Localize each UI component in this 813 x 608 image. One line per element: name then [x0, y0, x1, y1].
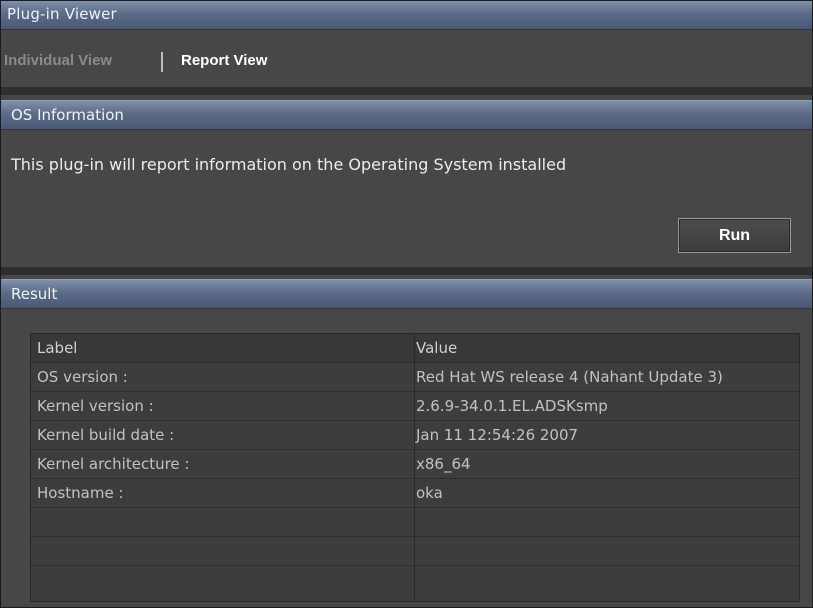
row-value: x86_64: [416, 455, 471, 473]
table-row[interactable]: OS version : Red Hat WS release 4 (Nahan…: [31, 363, 799, 392]
table-row[interactable]: Kernel build date : Jan 11 12:54:26 2007: [31, 421, 799, 450]
window-titlebar: Plug-in Viewer: [1, 1, 812, 30]
row-value: Jan 11 12:54:26 2007: [416, 426, 579, 444]
tab-report-view[interactable]: Report View: [181, 52, 267, 69]
column-header-value[interactable]: Value: [416, 334, 796, 362]
table-row[interactable]: [31, 508, 799, 537]
row-label: Hostname :: [37, 484, 124, 502]
row-label: Kernel build date :: [37, 426, 175, 444]
section-divider: [1, 267, 812, 275]
table-row[interactable]: Kernel architecture : x86_64: [31, 450, 799, 479]
row-label: Kernel architecture :: [37, 455, 190, 473]
table-row[interactable]: Hostname : oka: [31, 479, 799, 508]
run-button[interactable]: Run: [678, 218, 791, 253]
row-value: oka: [416, 484, 443, 502]
tab-separator: [161, 52, 163, 72]
table-row[interactable]: [31, 537, 799, 566]
row-label: Kernel version :: [37, 397, 154, 415]
result-header: Result: [1, 279, 812, 309]
section-divider: [1, 87, 812, 95]
row-value: [416, 508, 796, 536]
os-information-header: OS Information: [1, 100, 812, 130]
plugin-viewer-window: Plug-in Viewer Individual View Report Vi…: [0, 0, 813, 608]
os-information-title: OS Information: [11, 106, 124, 124]
result-title: Result: [11, 285, 58, 303]
row-label: [37, 537, 407, 565]
table-header-row: Label Value: [31, 334, 799, 363]
result-table: Label Value OS version : Red Hat WS rele…: [30, 333, 800, 602]
column-divider: [414, 334, 415, 601]
plugin-description: This plug-in will report information on …: [11, 155, 567, 174]
row-value: 2.6.9-34.0.1.EL.ADSKsmp: [416, 397, 608, 415]
column-header-label[interactable]: Label: [37, 334, 407, 362]
row-value: Red Hat WS release 4 (Nahant Update 3): [416, 368, 723, 386]
window-title: Plug-in Viewer: [7, 5, 117, 23]
row-label: OS version :: [37, 368, 128, 386]
row-label: [37, 508, 407, 536]
row-value: [416, 537, 796, 565]
tab-individual-view[interactable]: Individual View: [4, 52, 112, 69]
view-tabs: Individual View Report View: [1, 30, 812, 86]
table-row[interactable]: Kernel version : 2.6.9-34.0.1.EL.ADSKsmp: [31, 392, 799, 421]
